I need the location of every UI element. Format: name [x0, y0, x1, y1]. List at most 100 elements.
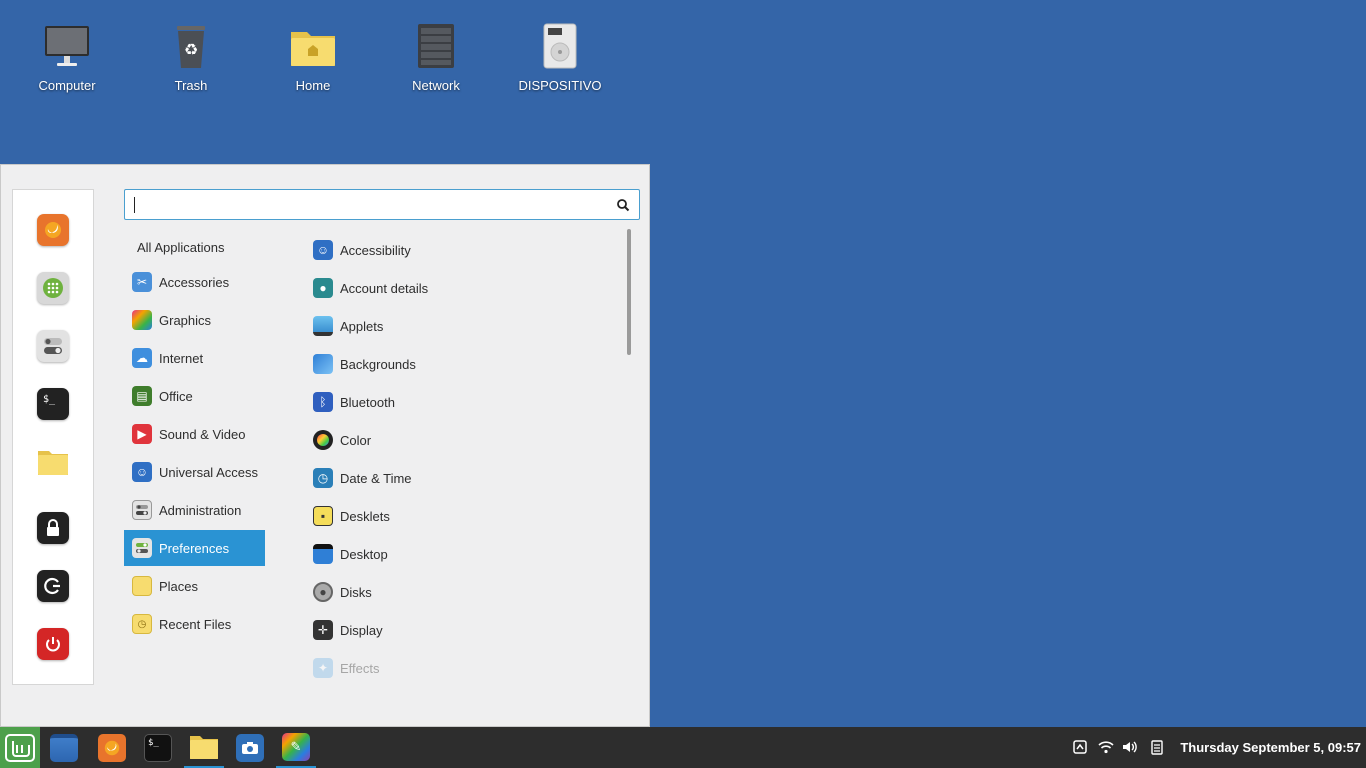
category-preferences[interactable]: Preferences: [124, 530, 265, 566]
app-desklets[interactable]: ▪ Desklets: [313, 498, 613, 534]
app-label: Applets: [340, 318, 384, 334]
folder-icon: [132, 576, 152, 596]
desktop-icon-home[interactable]: Home: [263, 22, 363, 93]
cloud-icon: ☁: [132, 348, 152, 368]
clock[interactable]: Thursday September 5, 09:57: [1180, 740, 1361, 755]
app-accessibility[interactable]: ☺ Accessibility: [313, 232, 613, 268]
category-accessories[interactable]: ✂ Accessories: [124, 264, 265, 300]
mint-menu-button[interactable]: [0, 727, 40, 768]
app-desktop[interactable]: Desktop: [313, 536, 613, 572]
applets-icon: [313, 316, 333, 336]
drive-icon: [536, 22, 584, 70]
app-label: Date & Time: [340, 470, 412, 486]
app-label: Disks: [340, 584, 372, 600]
toggle-settings-icon[interactable]: [37, 330, 69, 362]
folder-icon[interactable]: [37, 446, 69, 478]
category-internet[interactable]: ☁ Internet: [124, 340, 265, 376]
search-icon[interactable]: [616, 198, 630, 212]
firefox-icon[interactable]: [37, 214, 69, 246]
category-label: Preferences: [159, 540, 230, 556]
app-disks[interactable]: ● Disks: [313, 574, 613, 610]
desktop-icon-computer[interactable]: Computer: [17, 22, 117, 93]
taskbar-drawing[interactable]: ✎: [276, 727, 316, 768]
computer-icon: [43, 22, 91, 70]
app-label: Effects: [340, 660, 380, 676]
app-display[interactable]: ✛ Display: [313, 612, 613, 648]
category-label: Recent Files: [159, 616, 232, 632]
update-manager-icon[interactable]: [1072, 739, 1088, 755]
category-graphics[interactable]: Graphics: [124, 302, 265, 338]
app-bluetooth[interactable]: ᛒ Bluetooth: [313, 384, 613, 420]
category-universal-access[interactable]: ☺ Universal Access: [124, 454, 265, 490]
scissors-icon: ✂: [132, 272, 152, 292]
volume-icon[interactable]: [1122, 739, 1138, 755]
desktop-icon-network[interactable]: Network: [386, 22, 486, 93]
app-label: Accessibility: [340, 242, 411, 258]
wifi-icon[interactable]: [1098, 739, 1114, 755]
taskbar: $_ ✎ Thursday September 5, 09:57: [0, 727, 1366, 768]
category-sound-video[interactable]: ▶ Sound & Video: [124, 416, 265, 452]
category-all-applications[interactable]: All Applications: [124, 229, 265, 265]
show-desktop-button[interactable]: [44, 727, 84, 768]
graphics-icon: [132, 310, 152, 330]
desklets-icon: ▪: [313, 506, 333, 526]
application-menu: $_ All Applications ✂ Accessories Graphi…: [0, 164, 650, 727]
show-desktop-icon: [50, 733, 78, 762]
category-office[interactable]: ▤ Office: [124, 378, 265, 414]
disk-icon: ●: [313, 582, 333, 602]
category-label: Graphics: [159, 312, 212, 328]
svg-text:♻: ♻: [184, 40, 198, 59]
app-date-time[interactable]: ◷ Date & Time: [313, 460, 613, 496]
app-label: Color: [340, 432, 372, 448]
category-label: Universal Access: [159, 464, 258, 480]
category-label: Office: [159, 388, 193, 404]
app-applets[interactable]: Applets: [313, 308, 613, 344]
software-manager-icon[interactable]: [37, 272, 69, 304]
search-input[interactable]: [124, 189, 640, 220]
app-label: Desktop: [340, 546, 388, 562]
app-color[interactable]: Color: [313, 422, 613, 458]
logout-icon[interactable]: [37, 570, 69, 602]
clipboard-icon[interactable]: [1149, 739, 1165, 755]
desktop-icon-label: Computer: [38, 78, 96, 93]
lock-icon[interactable]: [37, 512, 69, 544]
category-administration[interactable]: Administration: [124, 492, 265, 528]
screenshot-icon: [236, 733, 264, 762]
network-icon: [412, 22, 460, 70]
accessibility-icon: ☺: [313, 240, 333, 260]
app-account-details[interactable]: ● Account details: [313, 270, 613, 306]
terminal-icon[interactable]: $_: [37, 388, 69, 420]
display-icon: ✛: [313, 620, 333, 640]
desktop-icon-dispositivo[interactable]: DISPOSITIVO: [510, 22, 610, 93]
color-icon: [313, 430, 333, 450]
play-icon: ▶: [132, 424, 152, 444]
drawing-icon: ✎: [282, 732, 310, 761]
bluetooth-icon: ᛒ: [313, 392, 333, 412]
desktop-icon-trash[interactable]: ♻ Trash: [141, 22, 241, 93]
taskbar-files[interactable]: [184, 727, 224, 768]
app-list-scrollbar[interactable]: [627, 229, 631, 355]
app-backgrounds[interactable]: Backgrounds: [313, 346, 613, 382]
effects-icon: ✦: [313, 658, 333, 678]
taskbar-screenshot[interactable]: [230, 727, 270, 768]
app-label: Display: [340, 622, 383, 638]
mint-menu-icon: [5, 733, 35, 762]
category-places[interactable]: Places: [124, 568, 265, 604]
favorites-sidebar: $_: [12, 189, 94, 685]
desktop-icon-label: Trash: [174, 78, 208, 93]
text-cursor: [134, 197, 135, 213]
category-label: Sound & Video: [159, 426, 246, 442]
power-icon[interactable]: [37, 628, 69, 660]
desktop-icon-label: Home: [295, 78, 331, 93]
category-recent-files[interactable]: ◷ Recent Files: [124, 606, 265, 642]
taskbar-firefox[interactable]: [92, 727, 132, 768]
trash-icon: ♻: [167, 22, 215, 70]
app-effects[interactable]: ✦ Effects: [313, 650, 613, 686]
files-icon: [190, 735, 218, 759]
category-label: Places: [159, 578, 199, 594]
office-icon: ▤: [132, 386, 152, 406]
backgrounds-icon: [313, 354, 333, 374]
firefox-icon: [98, 733, 126, 762]
app-label: Account details: [340, 280, 429, 296]
taskbar-terminal[interactable]: $_: [138, 727, 178, 768]
